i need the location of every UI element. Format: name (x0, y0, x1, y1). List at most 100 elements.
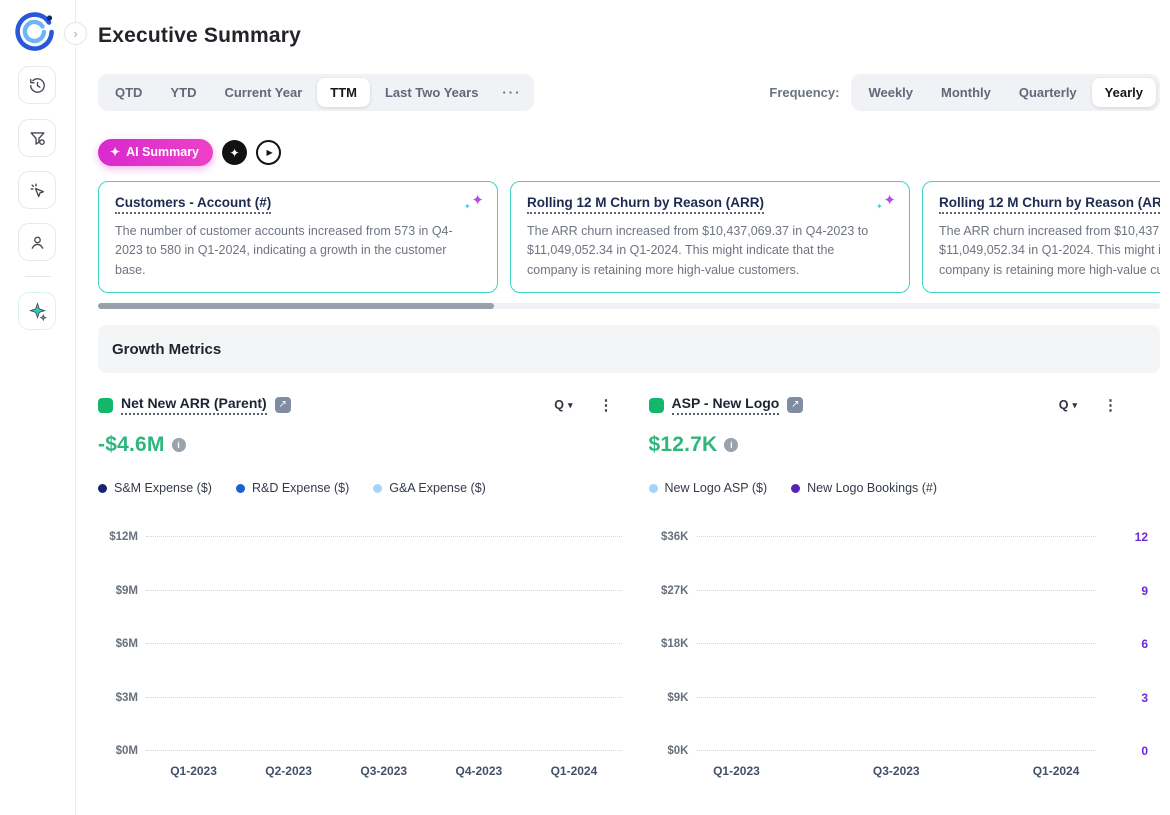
chart-header: Net New ARR (Parent) ↗ Q ▾ ⋮ (98, 395, 626, 415)
toolbar: QTD YTD Current Year TTM Last Two Years … (98, 74, 1160, 111)
tab-quarterly[interactable]: Quarterly (1006, 78, 1090, 107)
chevron-down-icon: ▾ (568, 400, 573, 411)
sidebar-item-filters[interactable] (18, 119, 56, 157)
chart-title[interactable]: Net New ARR (Parent) (121, 395, 267, 415)
sidebar-item-history[interactable] (18, 66, 56, 104)
chart-controls: Q ▾ ⋮ (554, 396, 613, 414)
legend-item[interactable]: G&A Expense ($) (373, 481, 486, 495)
ai-summary-card[interactable]: Rolling 12 M Churn by Reason (ARR) The A… (922, 181, 1160, 293)
card-title[interactable]: Rolling 12 M Churn by Reason (ARR) (527, 195, 764, 214)
sparkle-icon: ✦ (110, 145, 120, 159)
sparkle-icon: ✦✦ (876, 191, 896, 211)
legend-item[interactable]: R&D Expense ($) (236, 481, 349, 495)
cursor-click-icon (28, 181, 47, 200)
tab-weekly[interactable]: Weekly (855, 78, 926, 107)
tab-ttm[interactable]: TTM (317, 78, 370, 107)
cards-scrollbar[interactable] (98, 303, 1160, 309)
bar-slot (1016, 537, 1096, 751)
external-link-icon[interactable]: ↗ (275, 397, 291, 413)
card-title[interactable]: Rolling 12 M Churn by Reason (ARR) (939, 195, 1160, 214)
page-title: Executive Summary (98, 24, 1160, 48)
frequency-value: Q (554, 398, 564, 412)
tab-monthly[interactable]: Monthly (928, 78, 1004, 107)
sidebar-item-ai[interactable] (18, 292, 56, 330)
chart-asp-new-logo: ASP - New Logo ↗ Q ▾ ⋮ $12.7K i New Logo… (649, 395, 1161, 785)
sidebar-item-accounts[interactable] (18, 223, 56, 261)
legend-label: G&A Expense ($) (389, 481, 486, 495)
grid-area: $0K0$9K3$18K6$27K9$36K12Q1-2023Q3-2023Q1… (697, 537, 1097, 751)
info-icon[interactable]: i (172, 438, 186, 452)
ai-summary-cards: Customers - Account (#) The number of cu… (98, 181, 1160, 293)
y-axis-tick: $9K (649, 692, 689, 704)
sidebar-item-actions[interactable] (18, 171, 56, 209)
legend-label: New Logo Bookings (#) (807, 481, 937, 495)
bar-slot (336, 537, 431, 751)
info-icon[interactable]: i (724, 438, 738, 452)
bar-slot (697, 537, 777, 751)
legend-label: New Logo ASP ($) (665, 481, 768, 495)
card-body: The ARR churn increased from $10,437,069… (939, 222, 1160, 280)
tab-ytd[interactable]: YTD (157, 78, 209, 107)
frequency-label: Frequency: (769, 85, 839, 100)
legend-dot (236, 484, 245, 493)
chart-plot: $0M$3M$6M$9M$12MQ1-2023Q2-2023Q3-2023Q4-… (98, 531, 626, 785)
metric-value: $12.7K (649, 433, 718, 457)
bar-slot (776, 537, 856, 751)
x-axis-tick: Q4-2023 (431, 764, 526, 778)
external-link-icon[interactable]: ↗ (787, 397, 803, 413)
ai-summary-card[interactable]: Rolling 12 M Churn by Reason (ARR) The A… (510, 181, 910, 293)
charts-row: Net New ARR (Parent) ↗ Q ▾ ⋮ -$4.6M i S&… (98, 395, 1160, 785)
chart-menu-button[interactable]: ⋮ (1103, 396, 1118, 414)
chevron-down-icon: ▾ (1072, 400, 1077, 411)
tab-qtd[interactable]: QTD (102, 78, 155, 107)
secondary-y-axis-tick: 12 (1108, 530, 1148, 544)
ai-play-button[interactable]: ▶ (256, 140, 281, 165)
x-axis-tick: Q1-2023 (146, 764, 241, 778)
grid-area: $0M$3M$6M$9M$12MQ1-2023Q2-2023Q3-2023Q4-… (146, 537, 622, 751)
ai-summary-button-label: AI Summary (126, 145, 199, 159)
bar-slot (431, 537, 526, 751)
ai-generate-button[interactable]: ✦ (222, 140, 247, 165)
value-row: -$4.6M i (98, 433, 626, 457)
x-axis-tick: Q1-2023 (697, 764, 777, 778)
bar-slot (146, 537, 241, 751)
frequency-dropdown[interactable]: Q ▾ (554, 398, 572, 412)
legend-item[interactable]: New Logo Bookings (#) (791, 481, 937, 495)
card-title[interactable]: Customers - Account (#) (115, 195, 271, 214)
ai-summary-card[interactable]: Customers - Account (#) The number of cu… (98, 181, 498, 293)
user-icon (28, 233, 47, 252)
tab-yearly[interactable]: Yearly (1092, 78, 1156, 107)
y-axis-tick: $0K (649, 745, 689, 757)
y-axis-tick: $9M (98, 585, 138, 597)
time-range-tabs: QTD YTD Current Year TTM Last Two Years … (98, 74, 534, 111)
metric-color-swatch (98, 398, 113, 413)
tab-last-two-years[interactable]: Last Two Years (372, 78, 491, 107)
chevron-right-icon: › (73, 26, 77, 41)
legend-item[interactable]: New Logo ASP ($) (649, 481, 768, 495)
cards-scrollbar-thumb[interactable] (98, 303, 494, 309)
y-axis-tick: $12M (98, 531, 138, 543)
y-axis-tick: $6M (98, 638, 138, 650)
secondary-y-axis-tick: 9 (1108, 584, 1148, 598)
sidebar-collapse-button[interactable]: › (64, 22, 87, 45)
x-axis-tick: Q3-2023 (336, 764, 431, 778)
chart-header: ASP - New Logo ↗ Q ▾ ⋮ (649, 395, 1161, 415)
ai-summary-button[interactable]: ✦ AI Summary (98, 139, 213, 166)
brand-logo[interactable] (12, 9, 57, 54)
x-axis-tick: Q1-2024 (1016, 764, 1096, 778)
more-ranges-button[interactable]: ··· (493, 78, 530, 107)
frequency-value: Q (1059, 398, 1069, 412)
chart-title[interactable]: ASP - New Logo (672, 395, 780, 415)
legend-dot (98, 484, 107, 493)
play-icon: ▶ (266, 148, 272, 157)
sidebar-divider (25, 276, 51, 277)
legend-item[interactable]: S&M Expense ($) (98, 481, 212, 495)
tab-current-year[interactable]: Current Year (211, 78, 315, 107)
metric-color-swatch (649, 398, 664, 413)
y-axis-tick: $36K (649, 531, 689, 543)
y-axis-tick: $3M (98, 692, 138, 704)
chart-menu-button[interactable]: ⋮ (599, 396, 614, 414)
chart-controls: Q ▾ ⋮ (1059, 396, 1118, 414)
frequency-dropdown[interactable]: Q ▾ (1059, 398, 1077, 412)
frequency-tabs: Weekly Monthly Quarterly Yearly (851, 74, 1160, 111)
